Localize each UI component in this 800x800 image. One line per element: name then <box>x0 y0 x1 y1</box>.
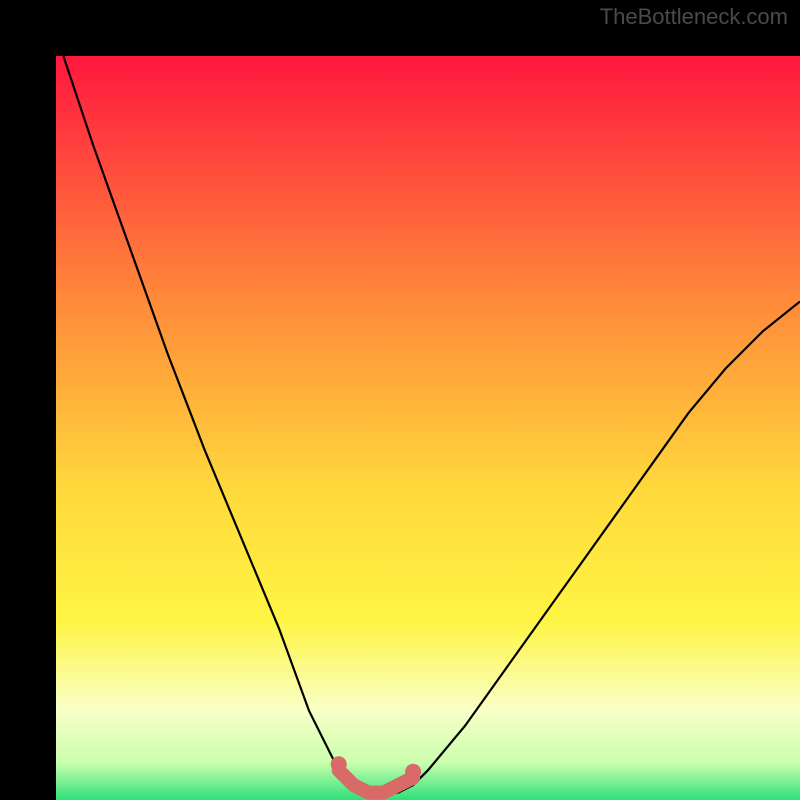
chart-frame <box>0 0 800 800</box>
watermark-text: TheBottleneck.com <box>600 4 788 30</box>
bottleneck-chart <box>56 56 800 800</box>
optimum-end-dot <box>331 756 347 772</box>
optimum-end-dot <box>405 764 421 780</box>
gradient-background <box>56 56 800 800</box>
